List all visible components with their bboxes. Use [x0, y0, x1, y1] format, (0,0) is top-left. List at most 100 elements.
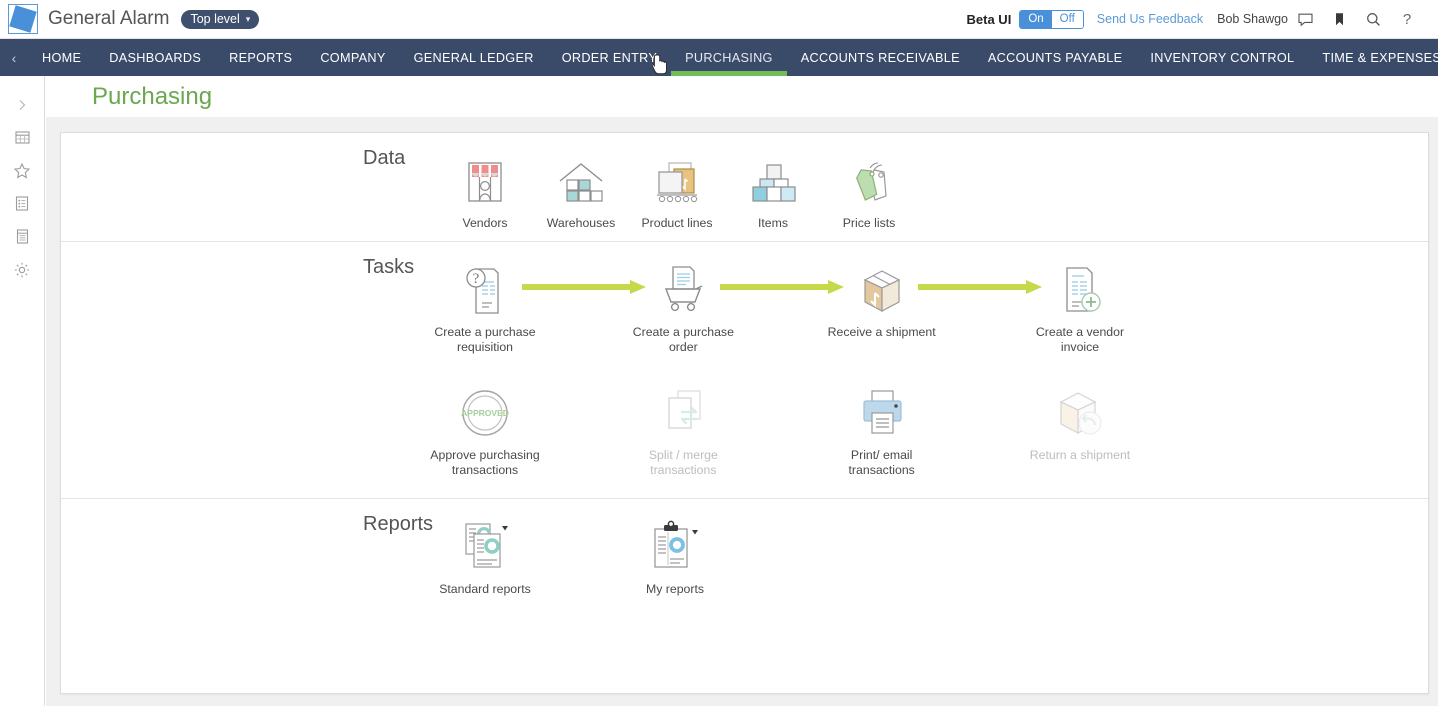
send-feedback-link[interactable]: Send Us Feedback [1097, 12, 1203, 26]
tile-label: Split / merge transactions [648, 448, 718, 477]
chevron-down-icon: ▾ [245, 13, 251, 24]
tile-label: Approve purchasing transactions [430, 448, 540, 477]
diamond-logo-icon[interactable] [8, 4, 38, 34]
section-title-data: Data [363, 147, 406, 169]
beta-ui-toggle[interactable]: On Off [1019, 9, 1084, 29]
chat-icon[interactable] [1288, 11, 1322, 28]
nav-item-reports[interactable]: REPORTS [215, 39, 306, 76]
tile-label: Warehouses [546, 216, 616, 230]
sidebar-item-tasks-list[interactable] [0, 187, 45, 220]
printer-icon [854, 379, 910, 441]
svg-text:APPROVED: APPROVED [461, 408, 509, 418]
sidebar-item-expand[interactable] [0, 88, 45, 121]
tile-label: Create a purchase order [632, 325, 734, 354]
shopping-cart-doc-icon [655, 256, 711, 318]
tile-label: Receive a shipment [827, 325, 936, 339]
tile-items[interactable]: Items [725, 133, 821, 241]
app-title: General Alarm [48, 8, 170, 29]
price-tags-icon [841, 147, 897, 209]
package-in-icon [854, 256, 910, 318]
tile-approve-purchasing-transactions[interactable]: APPROVED Approve purchasing transactions [430, 365, 540, 488]
tile-label: Product lines [641, 216, 713, 230]
chevron-right-icon [19, 99, 26, 110]
tile-create-purchase-requisition[interactable]: ? Create a purchase requisition [434, 242, 536, 365]
spacer-reports [533, 499, 627, 607]
top-header: General Alarm Top level ▾ Beta UI On Off… [0, 0, 1438, 39]
nav-item-order-entry[interactable]: ORDER ENTRY [548, 39, 671, 76]
nav-item-inventory-control[interactable]: INVENTORY CONTROL [1136, 39, 1308, 76]
sidebar-item-settings[interactable] [0, 253, 45, 286]
svg-text:?: ? [473, 271, 480, 287]
tile-receive-a-shipment[interactable]: Receive a shipment [828, 242, 936, 350]
sidebar-item-documents[interactable] [0, 220, 45, 253]
help-icon[interactable]: ? [1390, 11, 1424, 28]
document-icon [16, 229, 28, 244]
gear-icon [14, 262, 30, 277]
nav-item-accounts-payable[interactable]: ACCOUNTS PAYABLE [974, 39, 1137, 76]
tile-label: Vendors [462, 216, 508, 230]
calendar-icon [14, 131, 30, 144]
sidebar-item-calendar[interactable] [0, 121, 45, 154]
tile-create-purchase-order[interactable]: Create a purchase order [633, 242, 734, 365]
header-right-group: Beta UI On Off Send Us Feedback Bob Shaw… [967, 0, 1438, 38]
tile-split-merge-transactions[interactable]: Split / merge transactions [635, 365, 731, 488]
section-tasks: Tasks ? Create a purchase requisition Cr… [61, 241, 1428, 498]
clipboard-list-icon [15, 196, 29, 211]
nav-item-company[interactable]: COMPANY [306, 39, 399, 76]
search-icon[interactable] [1356, 11, 1390, 28]
tile-product-lines[interactable]: Product lines [629, 133, 725, 241]
data-tiles-row: Vendors Warehouses Product lines Items P… [363, 133, 1128, 241]
tile-return-a-shipment[interactable]: Return a shipment [1030, 365, 1130, 473]
content-panel: Data Vendors Warehouses Product lines It… [60, 132, 1429, 694]
tile-my-reports[interactable]: My reports [627, 499, 723, 607]
section-data: Data Vendors Warehouses Product lines It… [61, 133, 1428, 241]
my-reports-clipboard-icon [644, 513, 706, 575]
nav-item-time-expenses[interactable]: TIME & EXPENSES [1308, 39, 1438, 76]
section-reports: Reports Standard reports My reports [61, 498, 1428, 607]
page-body: Purchasing Data Vendors Warehouses Produ… [46, 76, 1438, 706]
tile-label: Standard reports [439, 582, 531, 596]
reports-tiles-row: Standard reports My reports [363, 499, 1128, 607]
org-selector[interactable]: Top level ▾ [181, 9, 260, 29]
star-icon [13, 162, 31, 178]
tasks-row-1: ? Create a purchase requisition Create a… [363, 242, 1128, 365]
tile-standard-reports[interactable]: Standard reports [437, 499, 533, 607]
bookmark-icon[interactable] [1322, 11, 1356, 28]
storefront-vendor-icon [458, 147, 512, 209]
nav-scroll-left-icon[interactable]: ‹ [0, 39, 28, 76]
split-merge-icon [656, 379, 710, 441]
boxes-items-icon [746, 147, 800, 209]
approved-stamp-icon: APPROVED [457, 379, 513, 441]
page-title-bar: Purchasing [46, 76, 1438, 117]
nav-item-general-ledger[interactable]: GENERAL LEDGER [400, 39, 548, 76]
invoice-plus-icon [1053, 256, 1107, 318]
beta-toggle-on[interactable]: On [1020, 10, 1052, 28]
section-title-tasks: Tasks [363, 256, 415, 278]
tile-price-lists[interactable]: Price lists [821, 133, 917, 241]
section-title-reports: Reports [363, 513, 434, 535]
requisition-question-doc-icon: ? [458, 256, 512, 318]
tile-create-vendor-invoice[interactable]: Create a vendor invoice [1032, 242, 1128, 365]
tile-print-email-transactions[interactable]: Print/ email transactions [834, 365, 930, 488]
help-glyph: ? [1402, 10, 1412, 28]
page-title: Purchasing [92, 82, 213, 110]
main-navigation: ‹ HOME DASHBOARDS REPORTS COMPANY GENERA… [0, 39, 1438, 76]
nav-item-purchasing[interactable]: PURCHASING [671, 39, 787, 76]
nav-item-home[interactable]: HOME [28, 39, 95, 76]
tile-label: Items [757, 216, 789, 230]
flow-arrow-3 [918, 242, 1043, 318]
beta-ui-label: Beta UI [966, 11, 1012, 27]
sidebar-item-favorites[interactable] [0, 154, 45, 187]
tile-label: My reports [645, 582, 705, 596]
tile-vendors[interactable]: Vendors [437, 133, 533, 241]
tile-label: Price lists [842, 216, 896, 230]
tile-label: Return a shipment [1029, 448, 1131, 462]
nav-item-dashboards[interactable]: DASHBOARDS [95, 39, 215, 76]
user-name[interactable]: Bob Shawgo [1217, 12, 1288, 26]
tile-warehouses[interactable]: Warehouses [533, 133, 629, 241]
left-sidebar [0, 76, 45, 706]
nav-item-accounts-receivable[interactable]: ACCOUNTS RECEIVABLE [787, 39, 974, 76]
beta-toggle-off[interactable]: Off [1051, 10, 1083, 28]
